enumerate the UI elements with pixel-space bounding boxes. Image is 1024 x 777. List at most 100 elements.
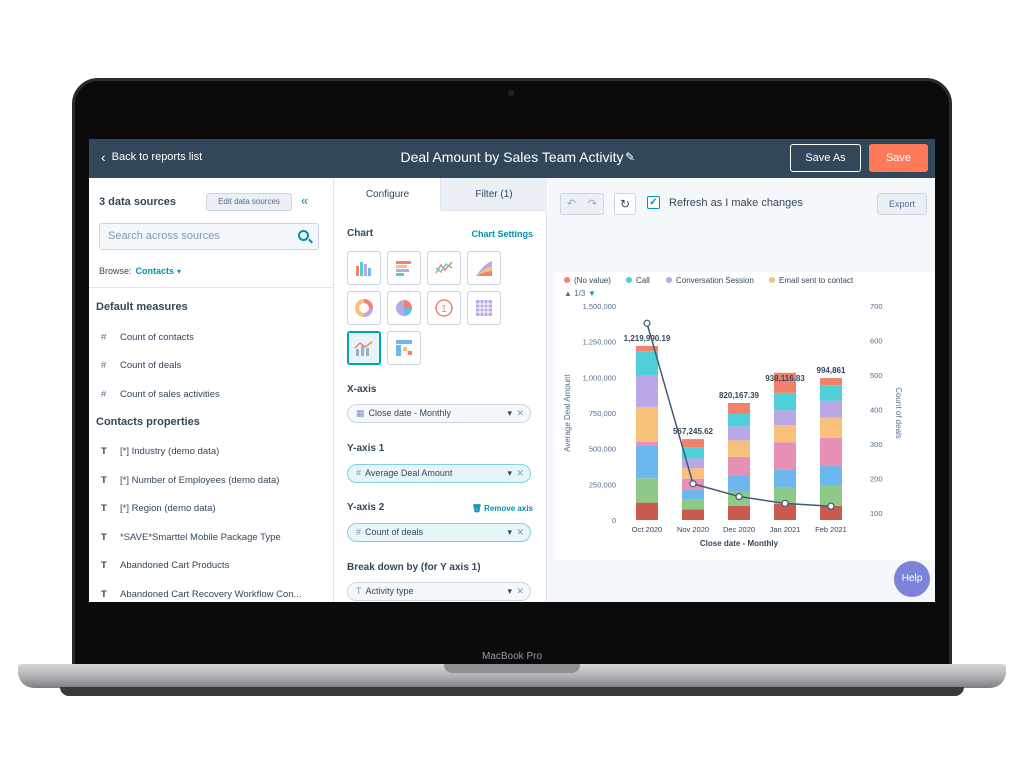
contacts-properties-title: Contacts properties — [96, 416, 200, 428]
y2-tick-label: 200 — [870, 475, 883, 484]
y-axis2-field[interactable]: # Count of deals ▾ ✕ — [347, 523, 531, 542]
bar-segment — [820, 417, 842, 438]
tab-filter[interactable]: Filter (1) — [440, 178, 547, 211]
list-item[interactable]: T Abandoned Cart Recovery Workflow Con... — [101, 589, 301, 600]
chevron-down-icon[interactable]: ▾ — [507, 465, 512, 482]
list-item[interactable]: # Count of sales activities — [101, 389, 220, 400]
device-label: MacBook Pro — [481, 651, 543, 662]
help-button[interactable]: Help — [894, 561, 930, 597]
number-type-icon: # — [356, 527, 362, 537]
text-type-icon: T — [356, 586, 362, 596]
legend-label: (No value) — [574, 276, 611, 285]
horizontal-bar-chart-icon[interactable] — [387, 251, 421, 285]
caret-down-icon[interactable]: ▾ — [177, 267, 181, 276]
x-tick-label: Dec 2020 — [723, 525, 755, 534]
bar-segment — [636, 351, 658, 376]
default-measures-title: Default measures — [96, 301, 188, 313]
y-axis1-label: Y-axis 1 — [347, 443, 385, 454]
vertical-bar-chart-icon[interactable] — [347, 251, 381, 285]
line-point — [781, 499, 789, 508]
chart-card: (No value) Call Conversation Session Email … — [554, 272, 935, 560]
undo-icon[interactable]: ↶ — [561, 194, 582, 214]
single-value-icon[interactable]: 1 — [427, 291, 461, 325]
bar-segment — [636, 441, 658, 446]
donut-chart-icon[interactable] — [347, 291, 381, 325]
x-tick-label: Feb 2021 — [815, 525, 847, 534]
list-item[interactable]: T *SAVE*Smarttel Mobile Package Type — [101, 532, 281, 543]
pie-chart-icon[interactable] — [387, 291, 421, 325]
legend-marker — [626, 277, 632, 283]
x-axis-field[interactable]: ▦ Close date - Monthly ▾ ✕ — [347, 404, 531, 423]
bar-segment — [682, 509, 704, 520]
edit-data-sources-button[interactable]: Edit data sources — [206, 193, 292, 211]
legend-marker — [564, 277, 570, 283]
y-tick-label: 750,000 — [589, 409, 616, 418]
list-item[interactable]: T [*] Industry (demo data) — [101, 446, 219, 457]
legend-marker — [666, 277, 672, 283]
legend-label: Conversation Session — [676, 276, 754, 285]
pivot-table-icon[interactable] — [387, 331, 421, 365]
bar-segment — [774, 442, 796, 470]
export-button[interactable]: Export — [877, 193, 927, 215]
breakdown-field[interactable]: T Activity type ▾ ✕ — [347, 582, 531, 601]
browse-value[interactable]: Contacts — [136, 266, 175, 276]
combination-chart-icon[interactable] — [347, 331, 381, 365]
area-chart-icon[interactable] — [467, 251, 501, 285]
browse-selector[interactable]: Browse: Contacts ▾ — [99, 266, 181, 276]
search-icon[interactable] — [298, 230, 309, 241]
table-chart-icon[interactable] — [467, 291, 501, 325]
list-item[interactable]: # Count of contacts — [101, 332, 194, 343]
line-chart-icon[interactable] — [427, 251, 461, 285]
list-item-label: Abandoned Cart Products — [120, 560, 230, 571]
text-type-icon: T — [101, 589, 107, 600]
calendar-icon: ▦ — [356, 408, 365, 418]
y2-tick-label: 600 — [870, 337, 883, 346]
y-tick-label: 0 — [612, 516, 616, 525]
list-item[interactable]: # Count of deals — [101, 360, 181, 371]
list-item[interactable]: T [*] Number of Employees (demo data) — [101, 475, 279, 486]
close-icon[interactable]: ✕ — [516, 524, 524, 541]
chevron-down-icon[interactable]: ▾ — [507, 583, 512, 600]
data-label: 938,116.83 — [765, 374, 805, 383]
save-button[interactable]: Save — [869, 144, 928, 172]
redo-icon[interactable]: ↷ — [582, 194, 603, 214]
refresh-checkbox[interactable]: ✓ — [647, 196, 660, 209]
chart-settings-link[interactable]: Chart Settings — [471, 229, 533, 239]
close-icon[interactable]: ✕ — [516, 583, 524, 600]
bar-segment — [774, 424, 796, 443]
x-tick-label: Nov 2020 — [677, 525, 709, 534]
bar-segment — [820, 466, 842, 486]
collapse-panel-icon[interactable]: « — [301, 193, 308, 208]
y-axis1-field[interactable]: # Average Deal Amount ▾ ✕ — [347, 464, 531, 483]
list-item-label: [*] Industry (demo data) — [120, 446, 220, 457]
list-item[interactable]: T [*] Region (demo data) — [101, 503, 216, 514]
search-placeholder: Search across sources — [108, 230, 220, 242]
chart-preview-panel: ↶ ↷ ↻ ✓ Refresh as I make changes Export … — [548, 178, 935, 602]
remove-axis-button[interactable]: 🗑 Remove axis — [472, 504, 533, 513]
bar-segment — [728, 402, 750, 414]
configure-panel: Configure Filter (1) Chart Chart Setting… — [335, 178, 547, 602]
y-tick-label: 500,000 — [589, 445, 616, 454]
bar-segment — [682, 468, 704, 479]
close-icon[interactable]: ✕ — [516, 405, 524, 422]
y2-tick-label: 500 — [870, 371, 883, 380]
bar-segment — [774, 469, 796, 488]
save-as-button[interactable]: Save As — [790, 144, 861, 172]
bar-segment — [728, 440, 750, 457]
data-sources-panel: 3 data sources Edit data sources « Searc… — [89, 178, 334, 602]
x-axis-value: Close date - Monthly — [368, 408, 452, 418]
refresh-label: Refresh as I make changes — [669, 197, 803, 209]
legend-marker — [769, 277, 775, 283]
list-item[interactable]: T Abandoned Cart Products — [101, 560, 229, 571]
bar-segment — [636, 375, 658, 407]
chevron-down-icon[interactable]: ▾ — [507, 524, 512, 541]
bar-segment — [820, 385, 842, 401]
bar-segment — [636, 502, 658, 520]
pencil-icon[interactable]: ✎ — [625, 150, 635, 164]
tab-configure[interactable]: Configure — [335, 178, 440, 211]
search-input[interactable]: Search across sources — [99, 223, 319, 250]
close-icon[interactable]: ✕ — [516, 465, 524, 482]
refresh-icon[interactable]: ↻ — [614, 193, 636, 215]
chevron-down-icon[interactable]: ▾ — [507, 405, 512, 422]
bar-segment — [636, 445, 658, 479]
